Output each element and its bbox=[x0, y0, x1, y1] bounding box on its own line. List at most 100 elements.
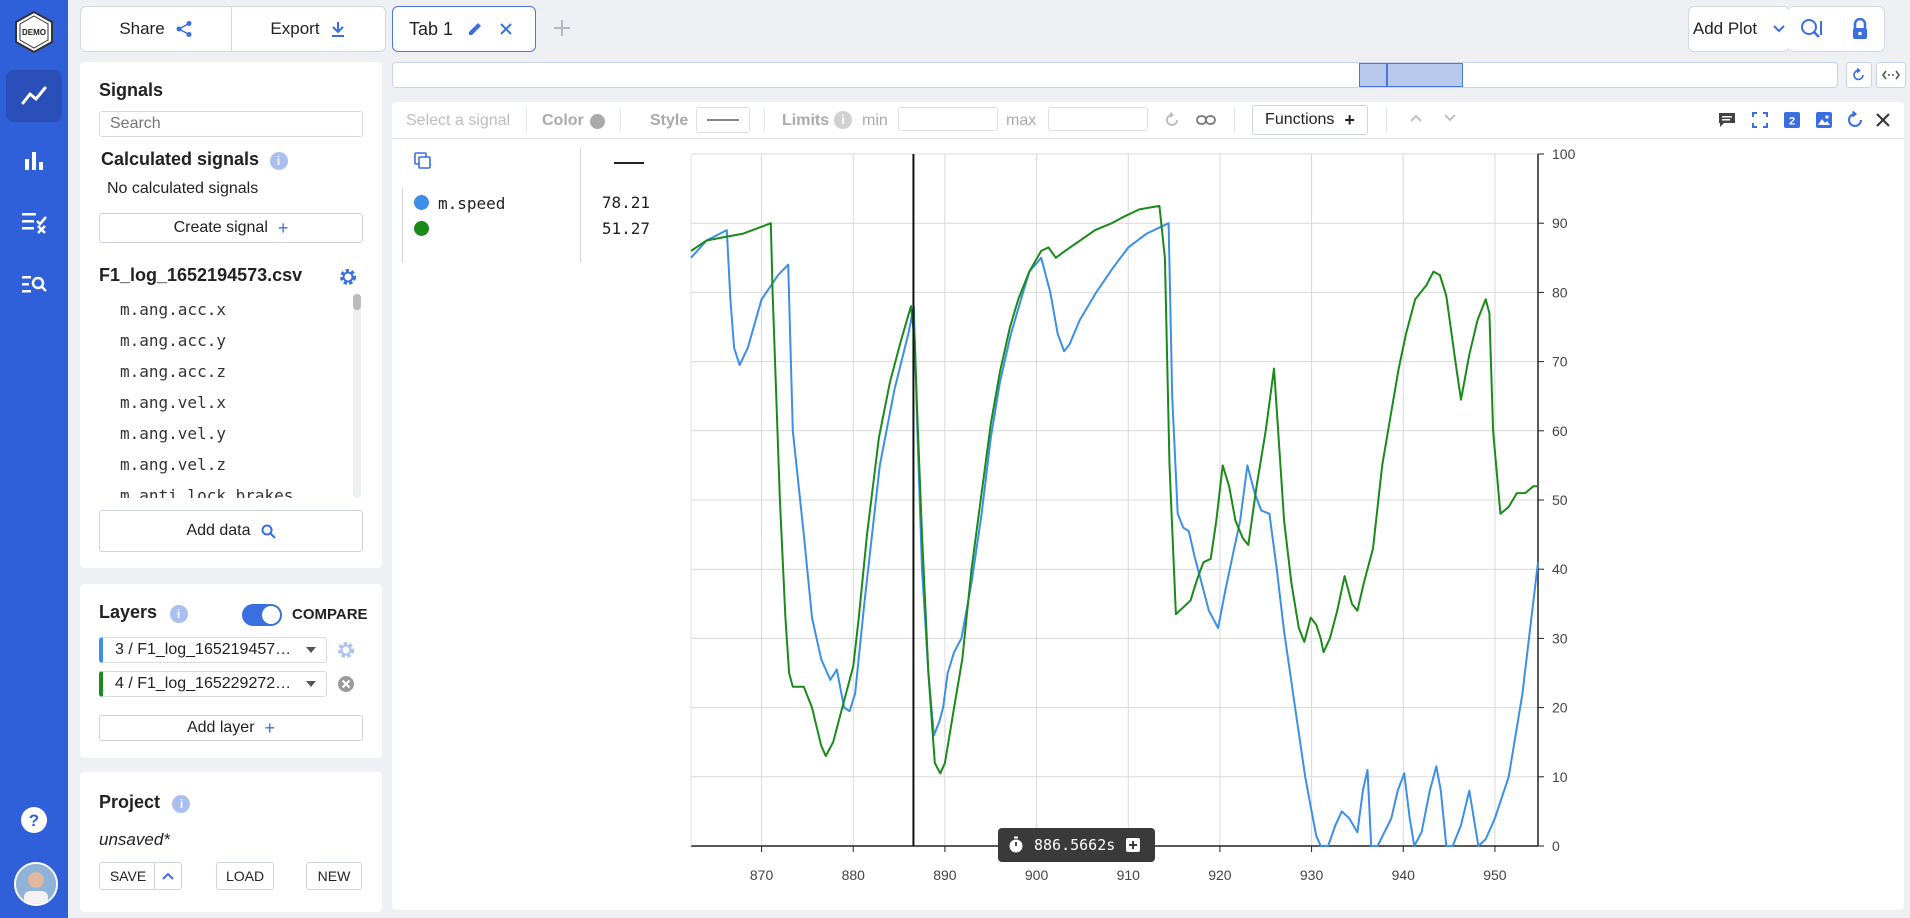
remove-layer-icon[interactable] bbox=[337, 675, 355, 693]
plus-icon: + bbox=[277, 217, 289, 238]
user-avatar[interactable] bbox=[14, 862, 58, 906]
new-button[interactable]: NEW bbox=[306, 862, 362, 890]
signal-item[interactable]: m.ang.vel.y bbox=[120, 424, 226, 443]
close-tab-icon[interactable] bbox=[499, 22, 513, 36]
add-tab-icon[interactable] bbox=[552, 18, 572, 38]
add-data-button[interactable]: Add data bbox=[99, 510, 363, 552]
line-chart[interactable]: 870 880 890 900 910 920 930 940 950 0 10 20 30 40 50 60… bbox=[392, 138, 1904, 910]
y-tick-label: 90 bbox=[1552, 215, 1568, 231]
signals-panel: Signals Calculated signals i No calculat… bbox=[80, 62, 382, 568]
add-plot-button[interactable]: Add Plot bbox=[1688, 6, 1790, 52]
add-layer-button[interactable]: Add layer + bbox=[99, 715, 363, 741]
calc-signals-empty: No calculated signals bbox=[107, 180, 259, 197]
info-icon[interactable]: i bbox=[834, 111, 852, 129]
layers-title: Layers bbox=[99, 602, 158, 622]
chevron-up-icon bbox=[162, 872, 174, 880]
nav-bar-chart-button[interactable] bbox=[6, 134, 62, 186]
export-label: Export bbox=[270, 19, 320, 38]
color-swatch[interactable] bbox=[590, 114, 605, 129]
layer-gear-icon[interactable] bbox=[336, 640, 356, 660]
y-tick-label: 50 bbox=[1552, 492, 1568, 508]
two-axes-icon[interactable]: 2 bbox=[1784, 112, 1800, 128]
checklist-icon bbox=[22, 213, 47, 234]
save-button[interactable]: SAVE bbox=[99, 862, 157, 890]
reset-icon bbox=[1853, 68, 1864, 81]
signal-item[interactable]: m.ang.vel.z bbox=[120, 455, 226, 474]
link-icon[interactable] bbox=[1196, 113, 1216, 127]
reset-range-button[interactable] bbox=[1846, 62, 1872, 88]
max-input[interactable] bbox=[1048, 107, 1148, 131]
line-chart-icon bbox=[21, 86, 47, 105]
nav-plot-button[interactable] bbox=[6, 70, 62, 122]
expand-horizontal-icon bbox=[1882, 70, 1900, 80]
x-tick-label: 920 bbox=[1208, 867, 1232, 883]
info-icon[interactable]: i bbox=[172, 794, 191, 813]
reset-limits-icon[interactable] bbox=[1164, 112, 1180, 128]
svg-text:?: ? bbox=[29, 811, 39, 830]
share-button[interactable]: Share bbox=[81, 7, 232, 51]
functions-label: Functions bbox=[1265, 111, 1335, 128]
tool-group bbox=[1788, 6, 1885, 52]
signal-item[interactable]: m.ang.vel.x bbox=[120, 393, 226, 412]
x-tick-label: 930 bbox=[1300, 867, 1324, 883]
min-input[interactable] bbox=[898, 107, 998, 131]
create-signal-button[interactable]: Create signal + bbox=[99, 213, 363, 243]
functions-button[interactable]: Functions + bbox=[1252, 105, 1368, 135]
plot-panel: Select a signal Color Style Limits i min… bbox=[392, 102, 1904, 910]
plus-icon: + bbox=[264, 717, 276, 738]
gear-icon[interactable] bbox=[338, 267, 358, 287]
signal-list-scrollbar[interactable] bbox=[353, 294, 361, 498]
series-line-layer-4 bbox=[690, 204, 1538, 775]
add-marker-icon[interactable] bbox=[1125, 837, 1141, 853]
info-icon[interactable]: i bbox=[269, 151, 288, 170]
fit-range-button[interactable] bbox=[1876, 62, 1906, 88]
signal-item[interactable]: m.ang.acc.x bbox=[120, 300, 226, 319]
signal-list: m.ang.acc.x m.ang.acc.y m.ang.acc.z m.an… bbox=[80, 294, 360, 498]
help-button[interactable]: ? bbox=[6, 794, 62, 846]
comment-icon[interactable] bbox=[1718, 112, 1736, 128]
close-plot-icon[interactable] bbox=[1876, 113, 1890, 127]
signal-item[interactable]: m.ang.acc.z bbox=[120, 362, 226, 381]
signal-item[interactable]: m.anti_lock_brakes bbox=[120, 486, 293, 498]
layer-select-2[interactable]: 4 / F1_log_165229272… bbox=[99, 671, 327, 697]
y-tick-label: 30 bbox=[1552, 630, 1568, 646]
layer-select-1[interactable]: 3 / F1_log_165219457… bbox=[99, 637, 327, 663]
save-label: SAVE bbox=[109, 868, 147, 884]
select-signal-placeholder[interactable]: Select a signal bbox=[406, 112, 510, 130]
project-panel: Project i unsaved* SAVE LOAD NEW bbox=[80, 772, 382, 912]
svg-text:2: 2 bbox=[1789, 116, 1795, 128]
fullscreen-icon[interactable] bbox=[1752, 112, 1768, 128]
move-down-icon[interactable] bbox=[1444, 114, 1456, 122]
range-window[interactable] bbox=[1359, 63, 1463, 87]
time-range-slider[interactable] bbox=[392, 62, 1838, 88]
refresh-icon[interactable] bbox=[1846, 111, 1864, 129]
nav-checklist-button[interactable] bbox=[6, 196, 62, 248]
x-tick-label: 880 bbox=[842, 867, 866, 883]
style-select[interactable] bbox=[696, 107, 750, 133]
signal-item[interactable]: m.ang.acc.y bbox=[120, 331, 226, 350]
scrollbar-thumb[interactable] bbox=[353, 294, 361, 310]
search-list-icon bbox=[22, 276, 47, 293]
load-button[interactable]: LOAD bbox=[216, 862, 274, 890]
range-handle[interactable] bbox=[1386, 64, 1388, 86]
y-tick-label: 60 bbox=[1552, 423, 1568, 439]
image-icon[interactable] bbox=[1816, 112, 1832, 128]
zoom-search-button[interactable] bbox=[1788, 7, 1836, 51]
lock-button[interactable] bbox=[1836, 7, 1884, 51]
signal-search-input[interactable] bbox=[99, 111, 363, 137]
new-label: NEW bbox=[317, 868, 351, 884]
info-icon[interactable]: i bbox=[169, 604, 188, 623]
edit-pencil-icon[interactable] bbox=[467, 21, 483, 37]
project-header: Project i bbox=[99, 792, 191, 813]
save-options-button[interactable] bbox=[154, 862, 182, 890]
lock-icon bbox=[1853, 18, 1867, 39]
export-button[interactable]: Export bbox=[232, 7, 384, 51]
add-data-label: Add data bbox=[186, 522, 251, 539]
x-tick-label: 950 bbox=[1483, 867, 1507, 883]
move-up-icon[interactable] bbox=[1410, 114, 1422, 122]
tab-1[interactable]: Tab 1 bbox=[392, 6, 536, 52]
x-tick-label: 870 bbox=[750, 867, 774, 883]
compare-toggle[interactable] bbox=[242, 604, 282, 626]
nav-search-list-button[interactable] bbox=[6, 258, 62, 310]
plot-toolbar: Select a signal Color Style Limits i min… bbox=[392, 102, 1904, 139]
